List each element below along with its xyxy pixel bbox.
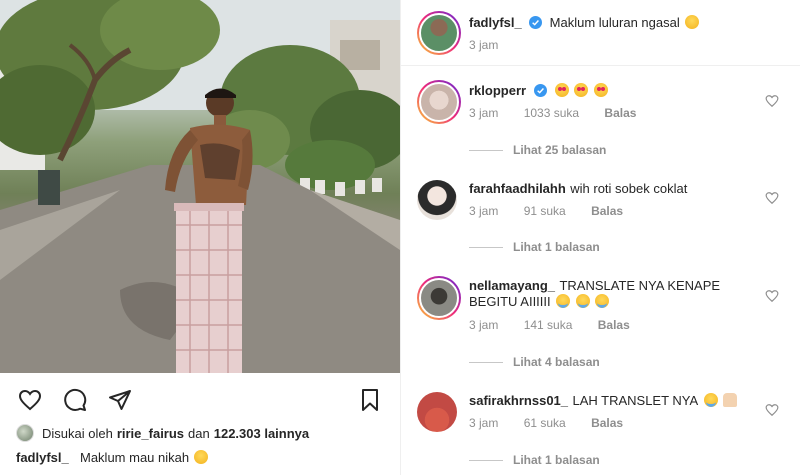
op-username[interactable]: fadlyfsl_ [469, 15, 522, 30]
comment-item: rklopperr 3 jam 1033 suka Balas Lihat 25… [401, 74, 800, 170]
smile-emoji-icon [193, 450, 208, 464]
comment-item: safirakhrnss01_ LAH TRANSLET NYA 3 jam 6… [401, 386, 800, 475]
caption-username[interactable]: fadlyfsl_ [16, 450, 69, 465]
view-replies-label: Lihat 4 balasan [513, 355, 600, 369]
commenter-avatar[interactable] [417, 276, 461, 320]
liker-avatar [16, 424, 34, 442]
comment-meta: 3 jam 141 suka Balas [469, 318, 652, 332]
heart-eyes-emoji-icon [574, 83, 589, 97]
view-replies-button[interactable]: Lihat 1 balasan [469, 240, 600, 254]
heart-icon[interactable] [16, 386, 44, 414]
view-replies-label: Lihat 1 balasan [513, 240, 600, 254]
commenter-avatar[interactable] [417, 392, 457, 432]
smile-emoji-icon [685, 15, 700, 29]
comment-likes[interactable]: 1033 suka [524, 106, 579, 120]
heart-eyes-emoji-icon [593, 83, 608, 97]
comment-meta: 3 jam 91 suka Balas [469, 204, 645, 218]
praying-hands-emoji-icon [723, 393, 738, 407]
comments-panel: fadlyfsl_ Maklum luluran ngasal 3 jam rk… [400, 0, 800, 475]
crying-emoji-icon [556, 294, 571, 308]
comment-text-line2: BEGITU AIIIIII [469, 294, 551, 309]
commenter-avatar[interactable] [417, 80, 461, 124]
comment-item: farahfaadhilahh wih roti sobek coklat 3 … [401, 172, 800, 268]
comment-likes[interactable]: 61 suka [524, 416, 566, 430]
liked-by-and: dan [188, 425, 210, 441]
post-caption: fadlyfsl_ Maklum mau nikah [16, 450, 208, 465]
comment-like-heart-icon[interactable] [765, 191, 779, 205]
view-replies-button[interactable]: Lihat 4 balasan [469, 355, 600, 369]
comment-time: 3 jam [469, 318, 499, 332]
liked-by-prefix: Disukai oleh [42, 425, 113, 441]
crying-emoji-icon [703, 393, 718, 407]
view-replies-button[interactable]: Lihat 1 balasan [469, 453, 600, 467]
comment-text: wih roti sobek coklat [570, 181, 688, 196]
send-icon[interactable] [106, 386, 134, 414]
commenter-username[interactable]: safirakhrnss01_ [469, 393, 568, 408]
commenter-username[interactable]: rklopperr [469, 83, 526, 98]
post-action-bar [0, 380, 400, 416]
bookmark-icon[interactable] [356, 386, 384, 414]
reply-button[interactable]: Balas [591, 416, 623, 430]
reply-button[interactable]: Balas [591, 204, 623, 218]
comment-text: LAH TRANSLET NYA [572, 393, 699, 408]
liked-by-user[interactable]: ririe_fairus [117, 426, 184, 441]
comment-item: nellamayang_ TRANSLATE NYA KENAPE BEGITU… [401, 272, 800, 382]
post-panel: Disukai oleh ririe_fairus dan 122.303 la… [0, 0, 400, 475]
verified-badge-icon [533, 84, 547, 97]
commenter-avatar[interactable] [417, 180, 457, 220]
comment-time: 3 jam [469, 204, 499, 218]
verified-badge-icon [529, 16, 543, 29]
comment-meta: 3 jam 1033 suka Balas [469, 106, 658, 120]
comment-like-heart-icon[interactable] [765, 403, 779, 417]
view-replies-label: Lihat 1 balasan [513, 453, 600, 467]
op-time: 3 jam [469, 38, 499, 52]
liked-by-count[interactable]: 122.303 lainnya [214, 426, 309, 441]
crying-emoji-icon [595, 294, 609, 308]
commenter-username[interactable]: nellamayang_ [469, 278, 555, 293]
heart-eyes-emoji-icon [554, 83, 569, 97]
comment-meta: 3 jam 61 suka Balas [469, 416, 645, 430]
view-replies-label: Lihat 25 balasan [513, 143, 607, 157]
comment-like-heart-icon[interactable] [765, 94, 779, 108]
caption-text: Maklum mau nikah [80, 450, 190, 465]
op-text: Maklum luluran ngasal [549, 15, 680, 30]
comment-likes[interactable]: 91 suka [524, 204, 566, 218]
crying-emoji-icon [575, 294, 590, 308]
post-photo-illustration [0, 0, 400, 373]
comment-time: 3 jam [469, 106, 499, 120]
comment-time: 3 jam [469, 416, 499, 430]
comment-likes[interactable]: 141 suka [524, 318, 573, 332]
view-replies-button[interactable]: Lihat 25 balasan [469, 143, 606, 157]
original-caption: fadlyfsl_ Maklum luluran ngasal 3 jam [401, 0, 800, 66]
comment-text: TRANSLATE NYA KENAPE [559, 278, 721, 293]
comment-like-heart-icon[interactable] [765, 289, 779, 303]
comment-icon[interactable] [61, 386, 89, 414]
post-photo[interactable] [0, 0, 400, 373]
op-avatar[interactable] [417, 11, 461, 55]
reply-button[interactable]: Balas [604, 106, 636, 120]
reply-button[interactable]: Balas [598, 318, 630, 332]
likes-summary[interactable]: Disukai oleh ririe_fairus dan 122.303 la… [16, 424, 309, 442]
commenter-username[interactable]: farahfaadhilahh [469, 181, 566, 196]
